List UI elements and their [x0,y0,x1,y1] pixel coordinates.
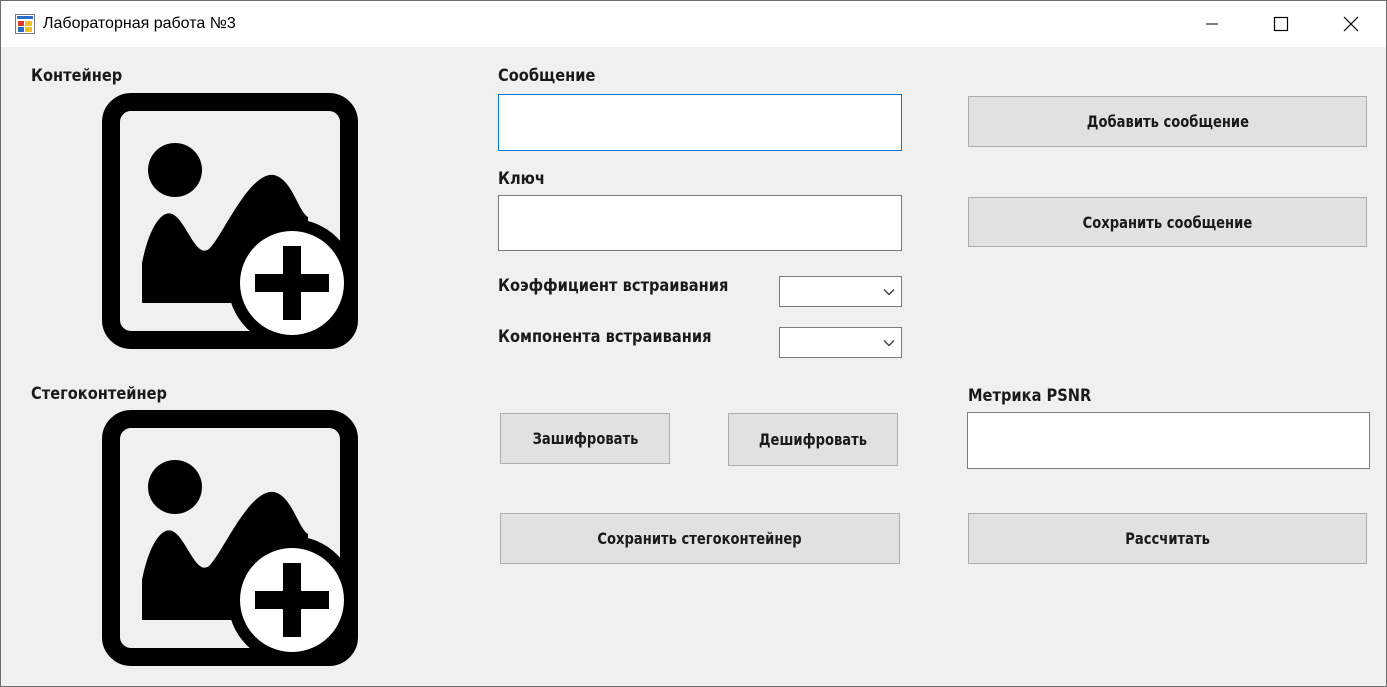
window-title: Лабораторная работа №3 [43,15,236,32]
add-image-icon [102,410,358,666]
windows-form-icon [15,14,35,34]
message-field[interactable] [498,94,902,151]
key-input[interactable] [499,196,901,250]
decrypt-button[interactable]: Дешифровать [728,413,898,466]
save-stegocontainer-button[interactable]: Сохранить стегоконтейнер [500,513,900,564]
message-input[interactable] [499,95,901,150]
embedding-coefficient-label: Коэффициент встраивания [498,276,729,296]
close-icon [1343,16,1359,32]
stegocontainer-picture[interactable] [102,410,360,668]
maximize-icon [1273,16,1289,32]
stegocontainer-label: Стегоконтейнер [31,384,167,404]
message-label: Сообщение [498,66,596,86]
maximize-button[interactable] [1258,1,1304,47]
container-label: Контейнер [31,66,123,86]
calculate-button[interactable]: Рассчитать [968,513,1367,564]
container-picture[interactable] [102,93,360,351]
encrypt-button[interactable]: Зашифровать [500,413,670,464]
close-button[interactable] [1328,1,1374,47]
psnr-field[interactable] [967,412,1370,469]
add-message-button[interactable]: Добавить сообщение [968,96,1367,147]
save-message-button[interactable]: Сохранить сообщение [968,197,1367,247]
chevron-down-icon [883,288,895,296]
chevron-down-icon [883,339,895,347]
save-message-button-label: Сохранить сообщение [1082,212,1253,232]
title-bar[interactable]: Лабораторная работа №3 [1,1,1386,47]
embedding-component-select[interactable] [779,327,902,358]
calculate-button-label: Рассчитать [1125,529,1210,548]
key-field[interactable] [498,195,902,251]
minimize-icon [1206,23,1218,25]
psnr-input[interactable] [968,413,1369,468]
minimize-button[interactable] [1189,1,1235,47]
psnr-label: Метрика PSNR [968,386,1092,406]
encrypt-button-label: Зашифровать [532,429,638,448]
key-label: Ключ [498,169,545,189]
decrypt-button-label: Дешифровать [758,430,868,449]
add-message-button-label: Добавить сообщение [1086,112,1249,131]
add-image-icon [102,93,358,349]
embedding-coefficient-select[interactable] [779,276,902,307]
embedding-component-label: Компонента встраивания [498,327,712,347]
save-stegocontainer-button-label: Сохранить стегоконтейнер [597,529,803,548]
app-window: Лабораторная работа №3 Контейнер Стегоко… [0,0,1387,687]
